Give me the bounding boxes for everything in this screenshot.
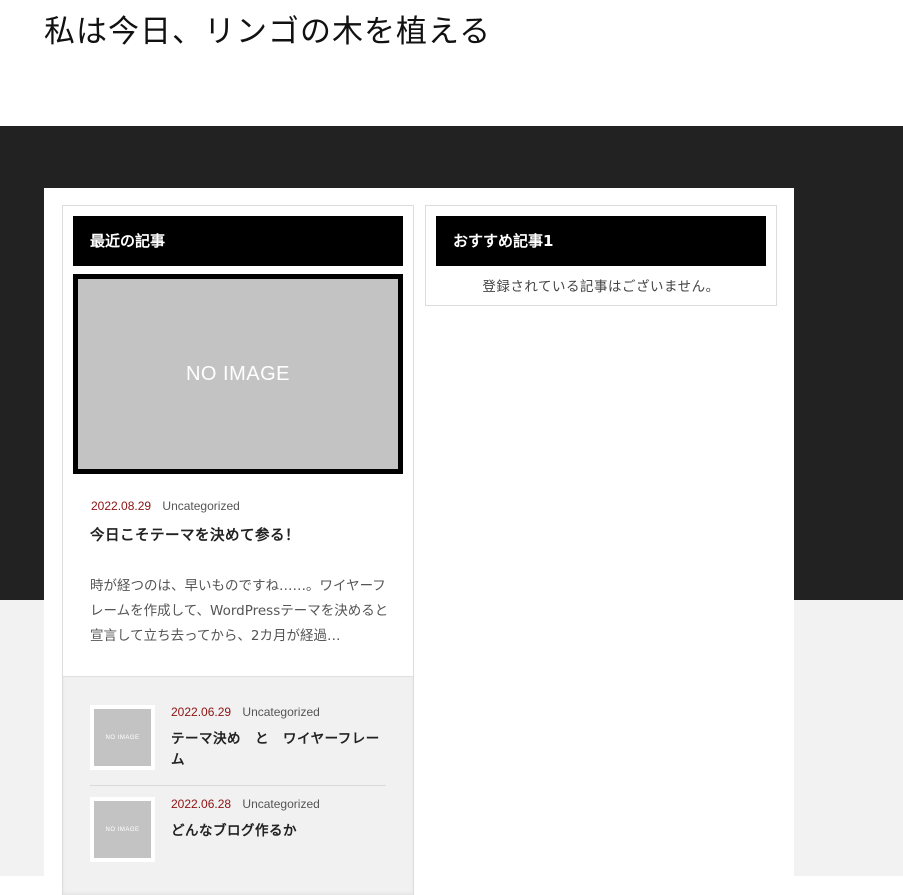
post-title[interactable]: どんなブログ作るか bbox=[171, 821, 386, 842]
post-date: 2022.06.28 bbox=[171, 797, 232, 811]
list-item[interactable]: NO IMAGE 2022.06.29 Uncategorized テーマ決め … bbox=[90, 705, 386, 786]
list-item[interactable]: NO IMAGE 2022.06.28 Uncategorized どんなブログ… bbox=[90, 797, 386, 877]
post-category[interactable]: Uncategorized bbox=[242, 705, 319, 719]
recent-posts-list: NO IMAGE 2022.06.29 Uncategorized テーマ決め … bbox=[63, 676, 413, 895]
no-image-label: NO IMAGE bbox=[185, 362, 290, 385]
post-title[interactable]: テーマ決め と ワイヤーフレーム bbox=[171, 729, 386, 771]
post-category[interactable]: Uncategorized bbox=[242, 797, 319, 811]
featured-post-excerpt: 時が経つのは、早いものですね……。ワイヤーフレームを作成して、WordPress… bbox=[90, 578, 389, 644]
no-image-label: NO IMAGE bbox=[105, 826, 140, 833]
no-image-label: NO IMAGE bbox=[105, 734, 140, 741]
post-thumbnail[interactable]: NO IMAGE bbox=[90, 797, 155, 862]
featured-post-title[interactable]: 今日こそテーマを決めて参る！ bbox=[90, 524, 300, 545]
post-category[interactable]: Uncategorized bbox=[162, 499, 239, 513]
featured-post-meta: 2022.08.29 Uncategorized bbox=[91, 499, 240, 513]
post-thumbnail[interactable]: NO IMAGE bbox=[90, 705, 155, 770]
recent-posts-widget: 最近の記事 NO IMAGE 2022.08.29 Uncategorized … bbox=[62, 205, 414, 895]
recommended-posts-widget: おすすめ記事1 登録されている記事はございません。 bbox=[425, 205, 777, 306]
recommended-posts-heading: おすすめ記事1 bbox=[436, 216, 766, 266]
post-date: 2022.06.29 bbox=[171, 705, 232, 719]
empty-message: 登録されている記事はございません。 bbox=[482, 279, 720, 295]
featured-post-thumbnail[interactable]: NO IMAGE bbox=[73, 274, 403, 474]
site-title[interactable]: 私は今日、リンゴの木を植える bbox=[44, 6, 491, 51]
recent-posts-heading: 最近の記事 bbox=[73, 216, 403, 266]
post-date: 2022.08.29 bbox=[91, 499, 152, 513]
post-meta: 2022.06.29 Uncategorized bbox=[171, 705, 320, 719]
post-meta: 2022.06.28 Uncategorized bbox=[171, 797, 320, 811]
site-header: 私は今日、リンゴの木を植える bbox=[0, 0, 903, 126]
